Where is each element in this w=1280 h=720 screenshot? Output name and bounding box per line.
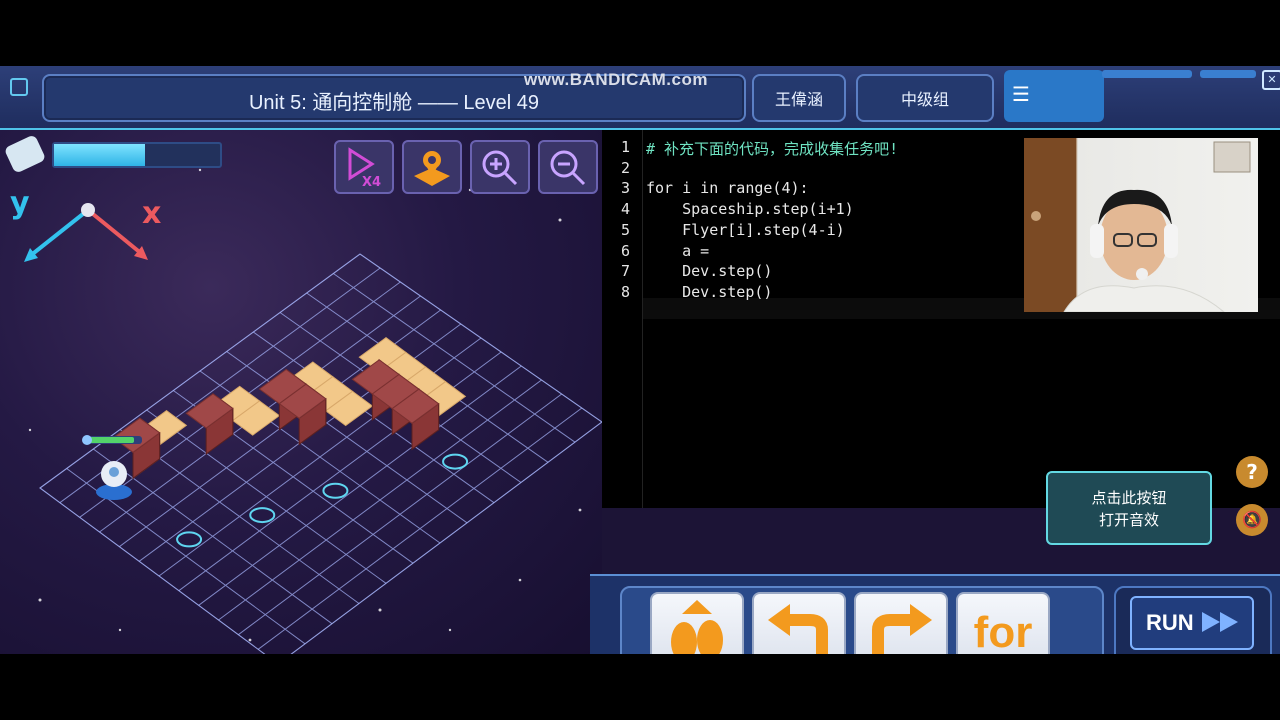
tab-indicator-2 [1200, 70, 1256, 78]
top-bar: Unit 5: 通向控制舱 —— Level 49 www.BANDICAM.c… [0, 66, 1280, 130]
run-button[interactable]: RUN [1130, 596, 1254, 650]
group-button[interactable]: 中级组 [856, 74, 994, 122]
zoom-in-button[interactable] [470, 140, 530, 194]
question-icon: ? [1246, 460, 1258, 484]
zoom-out-button[interactable] [538, 140, 598, 194]
bell-muted-icon: 🔕 [1242, 510, 1262, 529]
energy-fill [54, 144, 146, 166]
line-number: 6 [620, 241, 630, 260]
list-icon: ☰ [1012, 82, 1030, 106]
close-icon[interactable]: ✕ [1262, 70, 1280, 90]
help-button[interactable]: ? [1236, 456, 1268, 488]
webcam-overlay [1024, 138, 1258, 312]
sound-notice-line2: 打开音效 [1098, 511, 1159, 529]
block-turnright[interactable]: turnRight [854, 592, 948, 654]
fast-forward-icon [1202, 612, 1238, 632]
line-number: 5 [620, 220, 630, 239]
step-arrow-icon [671, 600, 723, 654]
code-text: Spaceship.step(i+1) [646, 200, 854, 219]
line-number: 2 [620, 158, 630, 177]
app-window: Unit 5: 通向控制舱 —— Level 49 www.BANDICAM.c… [0, 66, 1280, 654]
recorder-watermark: www.BANDICAM.com [524, 70, 708, 89]
sound-notice-button[interactable]: 点击此按钮 打开音效 [1046, 471, 1212, 545]
line-number: 7 [620, 262, 630, 281]
zoom-out-icon [550, 150, 586, 186]
run-label: RUN [1146, 610, 1194, 635]
block-turnleft[interactable]: turnLeft [752, 592, 846, 654]
line-number: 4 [620, 200, 630, 219]
for-loop-icon: for [973, 608, 1033, 654]
window-corner-icon [10, 78, 28, 96]
mute-button[interactable]: 🔕 [1236, 504, 1268, 536]
game-canvas[interactable]: X4 y x [0, 130, 602, 654]
zoom-in-icon [482, 150, 518, 186]
map-icon [414, 151, 450, 186]
code-text: Flyer[i].step(4-i) [646, 220, 845, 239]
target-pad [176, 531, 203, 548]
block-for[interactable]: forfor [956, 592, 1050, 654]
page-title: Unit 5: 通向控制舱 —— Level 49 [248, 92, 540, 114]
target-pad [249, 507, 276, 524]
turn-right-arrow-icon [872, 604, 932, 654]
tab-indicator [1102, 70, 1192, 78]
speed-x4-icon: X4 [348, 147, 381, 188]
code-text: a = [646, 241, 710, 260]
menu-button[interactable]: ☰ [1004, 70, 1104, 122]
speed-x4-button[interactable]: X4 [334, 140, 394, 194]
map-button[interactable] [402, 140, 462, 194]
axis-arrows-icon [24, 203, 148, 262]
block-step[interactable]: step [650, 592, 744, 654]
target-pad [442, 453, 469, 470]
line-number: 1 [620, 138, 630, 156]
sound-notice-line1: 点击此按钮 [1091, 489, 1167, 507]
code-text: Dev.step() [646, 262, 773, 281]
line-number: 8 [620, 282, 630, 301]
webcam-person-image [1024, 138, 1251, 312]
target-pad [322, 482, 349, 499]
code-text: # 补充下面的代码，完成收集任务吧! [646, 140, 899, 158]
robot-character[interactable] [78, 430, 148, 510]
turn-left-arrow-icon [768, 604, 828, 654]
grid-line [238, 393, 562, 636]
energy-bar [52, 142, 222, 168]
code-text: for i in range(4): [646, 179, 809, 198]
grid-line [257, 407, 583, 650]
student-name-button[interactable]: 王偉涵 [752, 74, 846, 122]
code-text: Dev.step() [646, 282, 773, 301]
svg-text:X4: X4 [362, 175, 381, 188]
line-number: 3 [620, 179, 630, 198]
